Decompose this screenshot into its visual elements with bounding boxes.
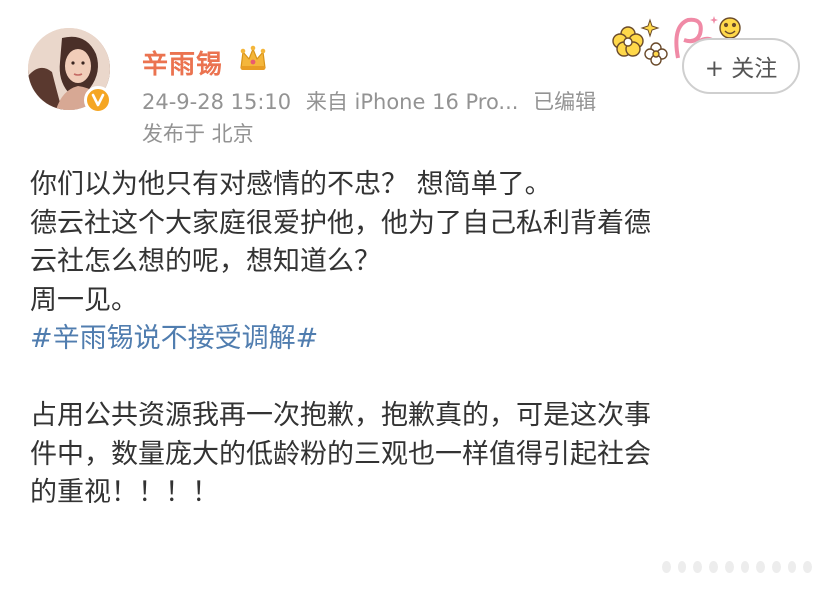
- hashtag-link[interactable]: #辛雨锡说不接受调解#: [30, 320, 810, 359]
- post-text-line: 云社怎么想的呢，想知道么？: [30, 246, 381, 277]
- weibo-post: 辛雨锡 24-9-28 15:10 来自 iPhone 16 Pro... 已编…: [0, 0, 828, 592]
- crown-icon: [240, 45, 266, 70]
- post-text-line: 德云社这个大家庭很爱护他，他为了自己私利背着德: [30, 207, 651, 239]
- more-dots-icon: [662, 558, 813, 576]
- post-text-line: 件中，数量庞大的低龄粉的三观也一样值得引起社会: [30, 438, 651, 470]
- verified-badge-icon: [84, 86, 112, 114]
- post-header: 辛雨锡 24-9-28 15:10 来自 iPhone 16 Pro... 已编…: [0, 0, 828, 150]
- post-meta: 24-9-28 15:10 来自 iPhone 16 Pro... 已编辑: [142, 86, 604, 116]
- post-text-line: 周一见。: [30, 284, 138, 316]
- edited-label[interactable]: 已编辑: [533, 90, 596, 114]
- post-text-line: 你们以为他只有对感情的不忠？ 想简单了。: [30, 169, 552, 200]
- follow-button[interactable]: + 关注: [682, 38, 800, 94]
- post-text-line: 的重视！！！！: [30, 477, 219, 508]
- post-content: 你们以为他只有对感情的不忠？ 想简单了。 德云社这个大家庭很爱护他，他为了自己私…: [30, 166, 810, 513]
- post-location: 发布于 北京: [142, 122, 254, 146]
- post-text-line: 占用公共资源我再一次抱歉，抱歉真的，可是这次事: [30, 400, 651, 431]
- post-timestamp[interactable]: 24-9-28 15:10: [142, 90, 291, 114]
- post-source: 来自 iPhone 16 Pro...: [305, 90, 519, 114]
- username[interactable]: 辛雨锡: [142, 44, 223, 81]
